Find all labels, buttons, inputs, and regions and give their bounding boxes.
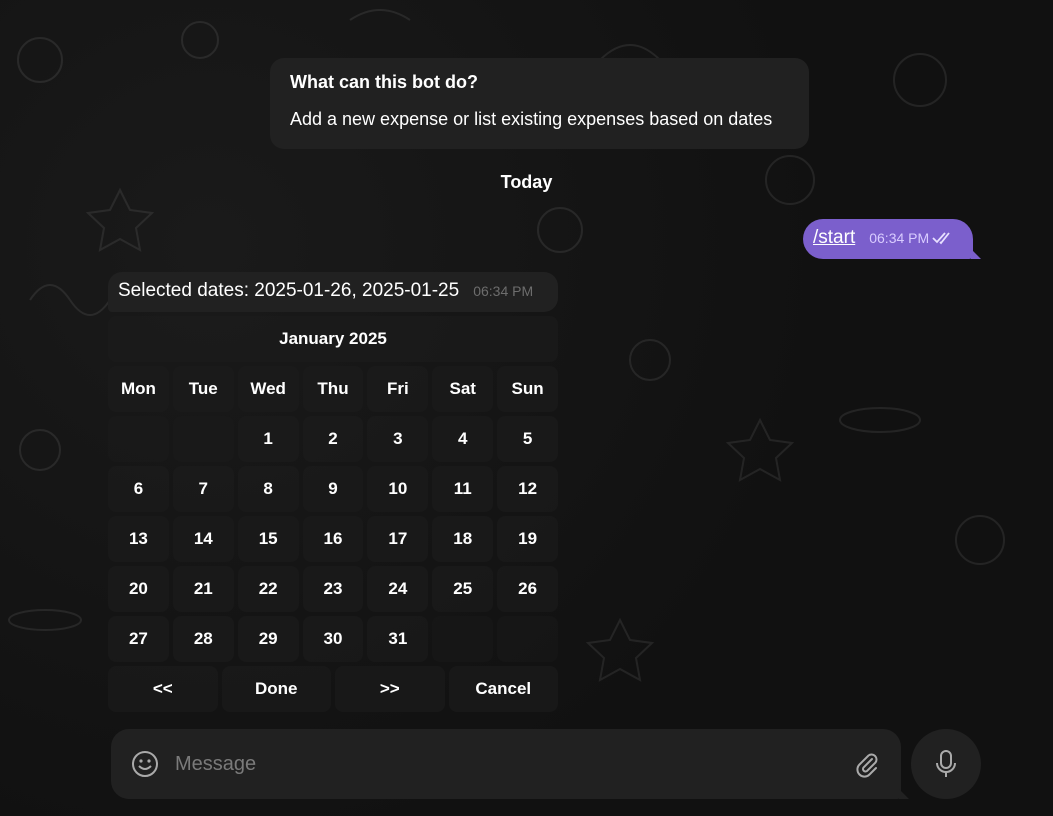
- calendar-inline-keyboard: January 2025 Mon Tue Wed Thu Fri Sat Sun…: [108, 316, 559, 716]
- incoming-message-text: Selected dates: 2025-01-26, 2025-01-25: [118, 280, 460, 301]
- prev-month-button[interactable]: <<: [108, 666, 218, 712]
- double-check-icon: [932, 232, 950, 245]
- day-button[interactable]: 12: [497, 466, 559, 512]
- message-meta: 06:34 PM: [869, 230, 954, 246]
- outgoing-message[interactable]: /start 06:34 PM: [803, 219, 981, 259]
- day-button[interactable]: 8: [237, 466, 299, 512]
- message-time: 06:34 PM: [473, 283, 534, 299]
- day-button[interactable]: 4: [432, 416, 494, 462]
- day-button[interactable]: 20: [108, 566, 169, 612]
- day-button-empty[interactable]: [432, 616, 494, 662]
- paperclip-icon[interactable]: [851, 748, 883, 780]
- day-button[interactable]: 6: [108, 466, 169, 512]
- day-button[interactable]: 9: [302, 466, 364, 512]
- bot-command-link[interactable]: /start: [813, 227, 855, 249]
- day-button[interactable]: 15: [237, 516, 299, 562]
- bot-intro-title: What can this bot do?: [290, 72, 478, 92]
- day-button-empty[interactable]: [172, 416, 234, 462]
- calendar-weekday-row: Mon Tue Wed Thu Fri Sat Sun: [108, 366, 559, 412]
- message-composer: [111, 729, 909, 799]
- day-button[interactable]: 3: [367, 416, 429, 462]
- day-button[interactable]: 2: [302, 416, 364, 462]
- next-month-button[interactable]: >>: [335, 666, 445, 712]
- calendar-nav-row: << Done >> Cancel: [108, 666, 558, 712]
- day-button[interactable]: 27: [108, 616, 169, 662]
- day-button[interactable]: 21: [172, 566, 234, 612]
- bot-intro-card: What can this bot do? Add a new expense …: [270, 58, 809, 149]
- weekday-button[interactable]: Sun: [497, 366, 559, 412]
- day-button[interactable]: 18: [432, 516, 494, 562]
- day-button[interactable]: 25: [432, 566, 494, 612]
- day-button[interactable]: 17: [367, 516, 429, 562]
- date-separator-label: Today: [500, 172, 553, 192]
- bot-intro-text: Add a new expense or list existing expen…: [290, 109, 773, 129]
- weekday-button[interactable]: Wed: [237, 366, 299, 412]
- day-button[interactable]: 30: [302, 616, 364, 662]
- day-button[interactable]: 24: [367, 566, 429, 612]
- day-button[interactable]: 23: [302, 566, 364, 612]
- chat-area: What can this bot do? Add a new expense …: [0, 0, 1053, 816]
- day-button[interactable]: 5: [497, 416, 559, 462]
- calendar-month-button[interactable]: January 2025: [108, 316, 558, 362]
- day-button[interactable]: 26: [497, 566, 559, 612]
- day-button[interactable]: 10: [367, 466, 429, 512]
- calendar-month-row: January 2025: [108, 316, 558, 362]
- day-button[interactable]: 16: [302, 516, 364, 562]
- day-button[interactable]: 7: [172, 466, 234, 512]
- day-button[interactable]: 31: [367, 616, 429, 662]
- day-button[interactable]: 22: [237, 566, 299, 612]
- date-separator: Today: [0, 172, 1053, 193]
- day-button[interactable]: 13: [108, 516, 169, 562]
- smile-icon[interactable]: [129, 748, 161, 780]
- calendar-week-row: 6 7 8 9 10 11 12: [108, 466, 559, 512]
- day-button[interactable]: 14: [172, 516, 234, 562]
- message-input[interactable]: [175, 752, 851, 776]
- weekday-button[interactable]: Mon: [108, 366, 169, 412]
- day-button-empty[interactable]: [497, 616, 559, 662]
- weekday-button[interactable]: Sat: [432, 366, 494, 412]
- weekday-button[interactable]: Fri: [367, 366, 429, 412]
- day-button[interactable]: 11: [432, 466, 494, 512]
- day-button[interactable]: 28: [172, 616, 234, 662]
- weekday-button[interactable]: Thu: [302, 366, 364, 412]
- message-time: 06:34 PM: [869, 230, 930, 246]
- calendar-week-row: 27 28 29 30 31: [108, 616, 559, 662]
- day-button[interactable]: 29: [237, 616, 299, 662]
- cancel-button[interactable]: Cancel: [448, 666, 558, 712]
- calendar-week-row: 13 14 15 16 17 18 19: [108, 516, 559, 562]
- calendar-week-row: 1 2 3 4 5: [108, 416, 559, 462]
- day-button[interactable]: 19: [497, 516, 559, 562]
- done-button[interactable]: Done: [221, 666, 331, 712]
- day-button[interactable]: 1: [237, 416, 299, 462]
- day-button-empty[interactable]: [108, 416, 169, 462]
- weekday-button[interactable]: Tue: [172, 366, 234, 412]
- microphone-icon[interactable]: [911, 729, 981, 799]
- incoming-message[interactable]: Selected dates: 2025-01-26, 2025-01-25 0…: [108, 272, 558, 312]
- calendar-week-row: 20 21 22 23 24 25 26: [108, 566, 559, 612]
